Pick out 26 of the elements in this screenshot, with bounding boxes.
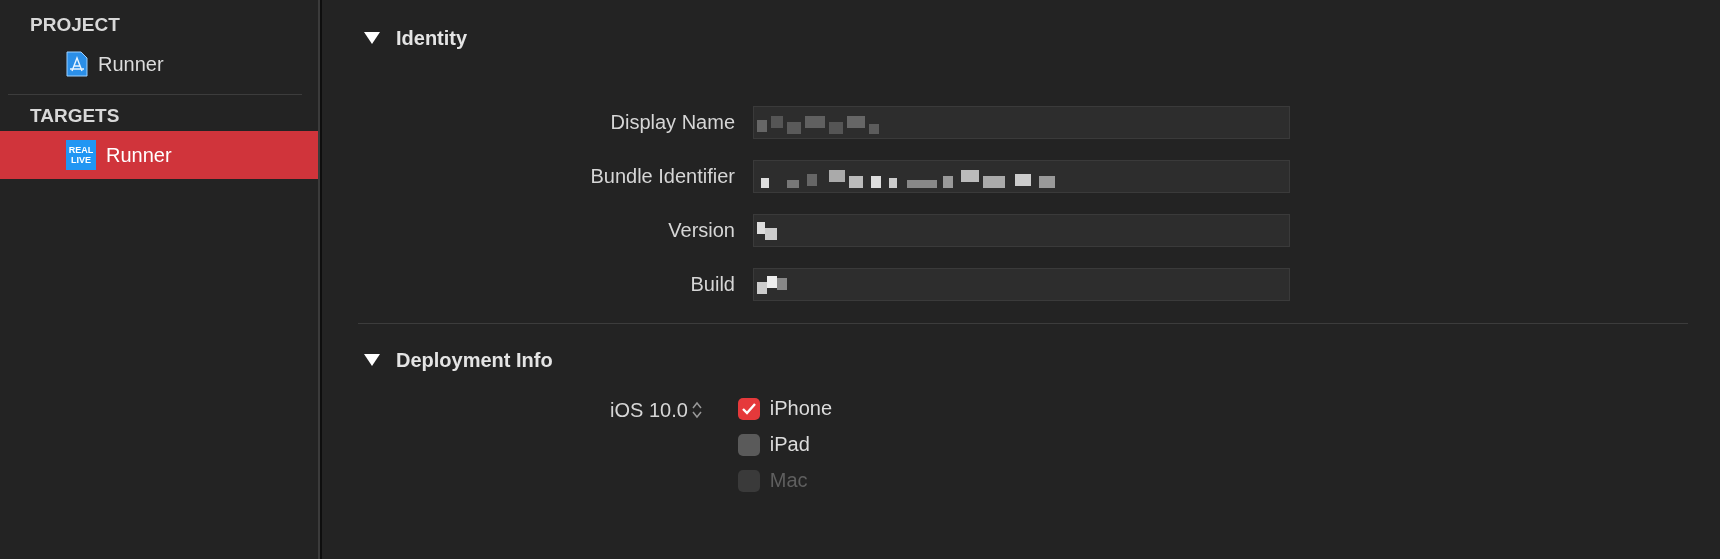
- section-title: Identity: [396, 26, 468, 50]
- checkmark-icon: [740, 401, 757, 416]
- project-file-icon: [66, 51, 88, 77]
- field-label: Version: [667, 219, 735, 242]
- disclosure-triangle-icon[interactable]: [364, 353, 380, 367]
- disclosure-triangle-icon[interactable]: [364, 31, 380, 45]
- text-field[interactable]: [753, 106, 1290, 139]
- section-title: Deployment Info: [396, 348, 553, 372]
- section-header: TARGETS: [29, 104, 121, 128]
- text-field[interactable]: [753, 214, 1290, 247]
- deployment-target-popup[interactable]: iOS 10.0: [610, 396, 702, 424]
- field-label: Bundle Identifier: [589, 165, 735, 188]
- app-icon: REAL LIVE: [66, 140, 96, 170]
- stepper-arrows-icon: [691, 401, 702, 419]
- text-field[interactable]: [753, 160, 1290, 193]
- text-field[interactable]: [753, 268, 1290, 301]
- checkbox[interactable]: [737, 397, 760, 420]
- checkbox-label: iPad: [769, 433, 810, 456]
- sidebar-item[interactable]: REAL LIVE Runner: [0, 131, 318, 179]
- sidebar-item[interactable]: Runner: [0, 40, 318, 88]
- checkbox-label: iPhone: [769, 397, 833, 420]
- field-label: Build: [689, 273, 735, 296]
- checkbox-label: Mac: [769, 469, 808, 492]
- field-label: Display Name: [609, 111, 735, 134]
- checkbox[interactable]: [737, 433, 760, 456]
- section-header: PROJECT: [29, 13, 121, 37]
